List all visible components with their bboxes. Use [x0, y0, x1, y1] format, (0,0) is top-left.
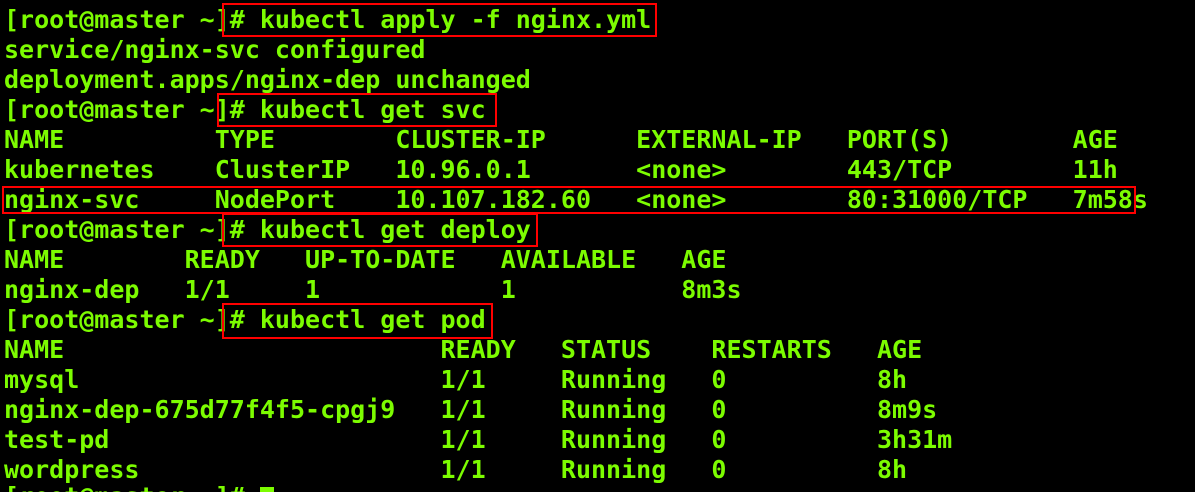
table-header: NAME READY UP-TO-DATE AVAILABLE AGE: [4, 245, 727, 274]
table-row: test-pd 1/1 Running 0 3h31m: [4, 425, 953, 454]
table-row: mysql 1/1 Running 0 8h: [4, 365, 908, 394]
table-header: NAME READY STATUS RESTARTS AGE: [4, 335, 923, 364]
table-row: wordpress 1/1 Running 0 8h: [4, 455, 908, 484]
shell-prompt: [root@master ~]: [4, 305, 230, 334]
table-header: NAME TYPE CLUSTER-IP EXTERNAL-IP PORT(S)…: [4, 125, 1118, 154]
highlight-box-get-pod-command: [222, 303, 493, 339]
terminal-output-line: deployment.apps/nginx-dep unchanged: [4, 65, 531, 94]
active-prompt-line[interactable]: [root@master ~]#: [4, 482, 274, 492]
table-row: kubernetes ClusterIP 10.96.0.1 <none> 44…: [4, 155, 1118, 184]
shell-prompt: [root@master ~]: [4, 5, 230, 34]
terminal-window[interactable]: [root@master ~]# kubectl apply -f nginx.…: [0, 0, 1195, 492]
shell-prompt: [root@master ~]: [4, 215, 230, 244]
highlight-box-get-svc-command: [217, 93, 497, 127]
text-cursor: [259, 487, 274, 492]
shell-prompt: [root@master ~]: [4, 95, 230, 124]
shell-prompt: [root@master ~]#: [4, 482, 260, 492]
table-row: nginx-dep 1/1 1 1 8m3s: [4, 275, 742, 304]
table-row: nginx-dep-675d77f4f5-cpgj9 1/1 Running 0…: [4, 395, 938, 424]
highlight-box-get-deploy-command: [222, 213, 538, 247]
highlight-box-nginx-svc-row: [2, 186, 1136, 214]
terminal-output-line: service/nginx-svc configured: [4, 35, 426, 64]
highlight-box-apply-command: [222, 3, 657, 37]
